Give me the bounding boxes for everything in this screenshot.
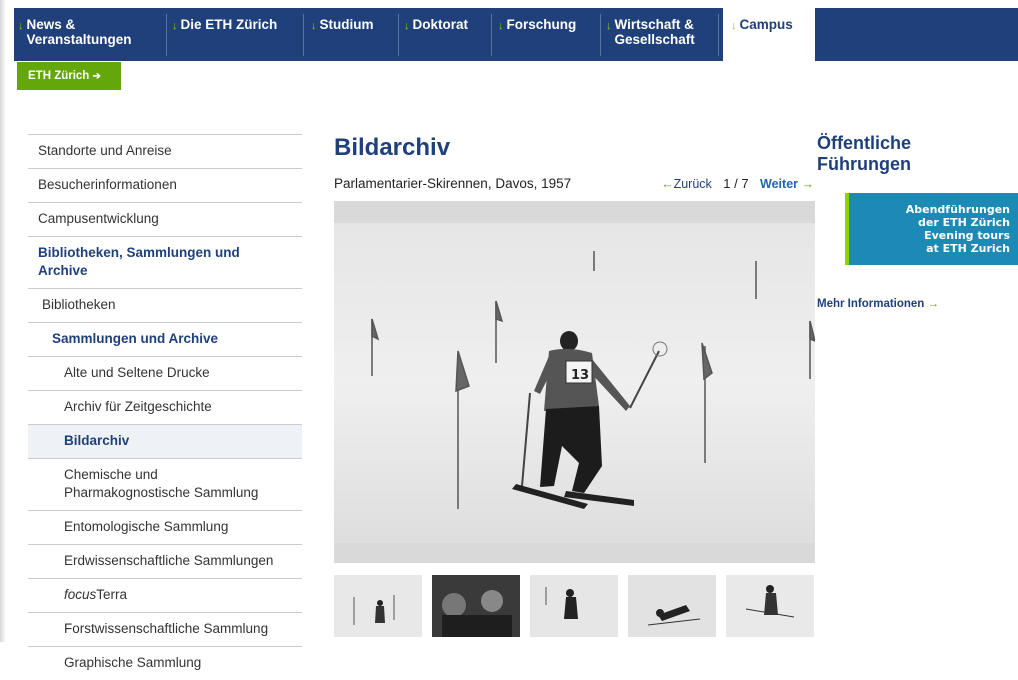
more-information-link[interactable]: Mehr Informationen → (817, 298, 939, 310)
nav-divider (600, 14, 601, 56)
thumbnail-image (726, 575, 814, 637)
sidebar-item-alte-drucke[interactable]: Alte und Seltene Drucke (28, 356, 302, 390)
sidebar-item-graphische-sammlung[interactable]: Graphische Sammlung (28, 646, 302, 680)
thumbnail-image (628, 575, 716, 637)
sidebar-item-bibliotheken-sammlungen[interactable]: Bibliotheken, Sammlungen und Archive (28, 236, 302, 288)
thumbnail-strip (334, 575, 815, 637)
thumbnail-2[interactable] (432, 575, 520, 637)
image-caption: Parlamentarier-Skirennen, Davos, 1957 (334, 176, 572, 191)
arrow-down-icon: ↓ (311, 20, 317, 32)
sidebar-item-entomologische-sammlung[interactable]: Entomologische Sammlung (28, 510, 302, 544)
sidebar-item-forstwissenschaftliche-sammlung[interactable]: Forstwissenschaftliche Sammlung (28, 612, 302, 646)
sidebar-item-bildarchiv[interactable]: Bildarchiv (28, 424, 302, 458)
sidebar-item-standorte[interactable]: Standorte und Anreise (28, 134, 302, 168)
sidebar-item-campusentwicklung[interactable]: Campusentwicklung (28, 202, 302, 236)
nav-divider (303, 14, 304, 56)
sidebar-item-archiv-zeitgeschichte[interactable]: Archiv für Zeitgeschichte (28, 390, 302, 424)
nav-item-wirtschaft[interactable]: ↓ Wirtschaft & Gesellschaft (606, 8, 716, 61)
thumbnail-5[interactable] (726, 575, 814, 637)
arrow-right-icon: → (927, 298, 940, 310)
tours-heading: Öffentliche Führungen (817, 133, 912, 174)
arrow-down-icon: ↓ (498, 20, 504, 32)
nav-item-doktorat[interactable]: ↓ Doktorat (404, 8, 489, 61)
main-photo[interactable]: 13 (334, 201, 815, 563)
previous-link[interactable]: ←Zurück (661, 177, 712, 191)
thumbnail-image (530, 575, 618, 637)
arrow-down-icon: ↓ (404, 20, 410, 32)
sidebar-item-besucherinformationen[interactable]: Besucherinformationen (28, 168, 302, 202)
page-shadow (0, 0, 6, 642)
sidebar-item-sammlungen-archive[interactable]: Sammlungen und Archive (28, 322, 302, 356)
nav-divider (166, 14, 167, 56)
nav-divider (398, 14, 399, 56)
sidebar-item-chemische-sammlung[interactable]: Chemische und Pharmakognostische Sammlun… (28, 458, 302, 510)
bib-number: 13 (571, 368, 589, 383)
thumbnail-4[interactable] (628, 575, 716, 637)
nav-item-eth[interactable]: ↓ Die ETH Zürich (172, 8, 302, 61)
thumbnail-image (432, 575, 520, 637)
nav-item-forschung[interactable]: ↓ Forschung (498, 8, 598, 61)
nav-divider (491, 14, 492, 56)
main-navigation: ↓ News & Veranstaltungen ↓ Die ETH Zürich ↓… (14, 8, 1018, 61)
nav-item-news[interactable]: ↓ News & Veranstaltungen (14, 8, 166, 61)
image-pager: ←Zurück 1 / 7 Weiter → (661, 176, 814, 191)
page-counter: 1 / 7 (723, 176, 749, 191)
arrow-right-icon: ➔ (92, 71, 101, 82)
arrow-down-icon: ↓ (172, 20, 178, 32)
nav-item-studium[interactable]: ↓ Studium (311, 8, 396, 61)
sidebar-item-erdwissenschaftliche-sammlungen[interactable]: Erdwissenschaftliche Sammlungen (28, 544, 302, 578)
thumbnail-1[interactable] (334, 575, 422, 637)
arrow-left-icon: ← (661, 177, 674, 191)
next-link[interactable]: Weiter → (760, 177, 814, 191)
arrow-down-icon: ↓ (606, 20, 612, 32)
arrow-down-icon: ↓ (731, 20, 737, 32)
thumbnail-3[interactable] (530, 575, 618, 637)
sidebar-navigation: Standorte und Anreise Besucherinformatio… (28, 134, 302, 680)
sidebar-item-focusterra[interactable]: focusTerra (28, 578, 302, 612)
sidebar-item-bibliotheken[interactable]: Bibliotheken (28, 288, 302, 322)
nav-item-campus[interactable]: ↓ Campus (723, 8, 815, 61)
breadcrumb[interactable]: ETH Zürich ➔ (17, 62, 121, 90)
skier-photo-illustration: 13 (334, 223, 815, 543)
arrow-down-icon: ↓ (18, 20, 24, 32)
nav-divider (718, 14, 719, 56)
page-title: Bildarchiv (334, 134, 451, 161)
arrow-right-icon: → (801, 177, 815, 191)
evening-tours-banner[interactable]: Abendführungen der ETH Zürich Evening to… (845, 193, 1018, 265)
thumbnail-image (334, 575, 422, 637)
